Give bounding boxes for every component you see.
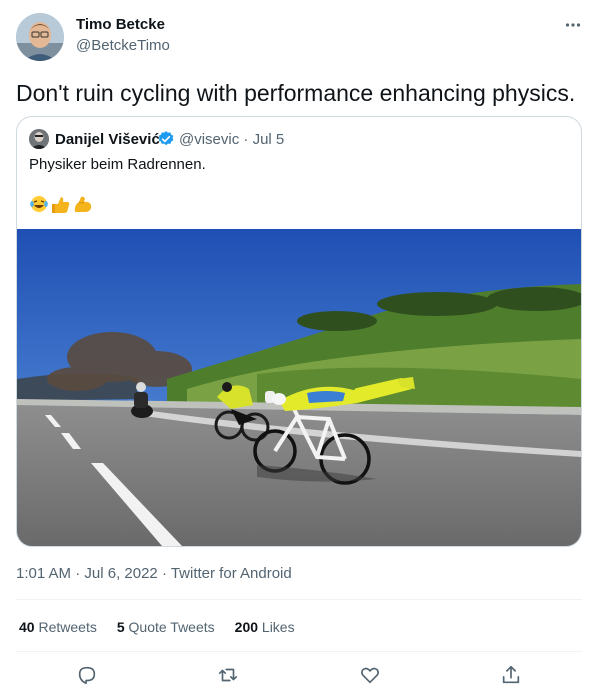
- laughing-tears-emoji: [30, 196, 48, 212]
- author-name[interactable]: Timo Betcke: [76, 16, 165, 33]
- more-icon[interactable]: [562, 14, 584, 36]
- quote-tweets-label: Quote Tweets: [128, 619, 215, 635]
- quote-tweets-stat[interactable]: 5 Quote Tweets: [117, 619, 215, 635]
- reply-icon[interactable]: [74, 662, 100, 688]
- retweets-count: 40: [19, 619, 35, 635]
- quoted-date: Jul 5: [252, 131, 285, 148]
- likes-count: 200: [234, 619, 259, 635]
- quoted-handle: @visevic: [179, 131, 240, 148]
- likes-label: Likes: [261, 619, 295, 635]
- tweet-time[interactable]: 1:01 AM: [16, 565, 71, 582]
- like-icon[interactable]: [357, 662, 383, 688]
- emoji-row: [29, 193, 95, 215]
- tweet-date[interactable]: Jul 6, 2022: [84, 565, 157, 582]
- quoted-author-name[interactable]: Danijel Višević: [55, 131, 160, 148]
- thumbs-up-emoji: [52, 197, 70, 213]
- quoted-media[interactable]: [17, 229, 581, 546]
- quoted-text: Physiker beim Radrennen.: [29, 156, 206, 173]
- tweet: Timo Betcke @BetckeTimo Don't ruin cycli…: [0, 0, 598, 700]
- retweets-stat[interactable]: 40 Retweets: [19, 619, 97, 635]
- verified-badge-icon: [157, 130, 175, 148]
- retweet-icon[interactable]: [215, 662, 241, 688]
- retweets-label: Retweets: [38, 619, 97, 635]
- author-avatar[interactable]: [16, 13, 64, 61]
- likes-stat[interactable]: 200 Likes: [235, 619, 295, 635]
- quoted-author-avatar[interactable]: [29, 129, 49, 149]
- quoted-author-handle-date[interactable]: @visevic · Jul 5: [179, 131, 284, 148]
- share-icon[interactable]: [498, 662, 524, 688]
- tweet-source[interactable]: Twitter for Android: [171, 565, 292, 582]
- author-handle[interactable]: @BetckeTimo: [76, 37, 170, 54]
- divider: [16, 651, 582, 652]
- tweet-stats: 40 Retweets 5 Quote Tweets 200 Likes: [19, 619, 295, 635]
- flexed-biceps-emoji: [74, 196, 92, 212]
- quoted-tweet[interactable]: Danijel Višević @visevic · Jul 5 Physike…: [16, 116, 582, 547]
- action-bar: [0, 662, 598, 692]
- tweet-text: Don't ruin cycling with performance enha…: [16, 80, 576, 106]
- divider: [16, 599, 582, 600]
- quote-tweets-count: 5: [116, 619, 125, 635]
- tweet-meta: 1:01 AM · Jul 6, 2022 · Twitter for Andr…: [16, 565, 292, 582]
